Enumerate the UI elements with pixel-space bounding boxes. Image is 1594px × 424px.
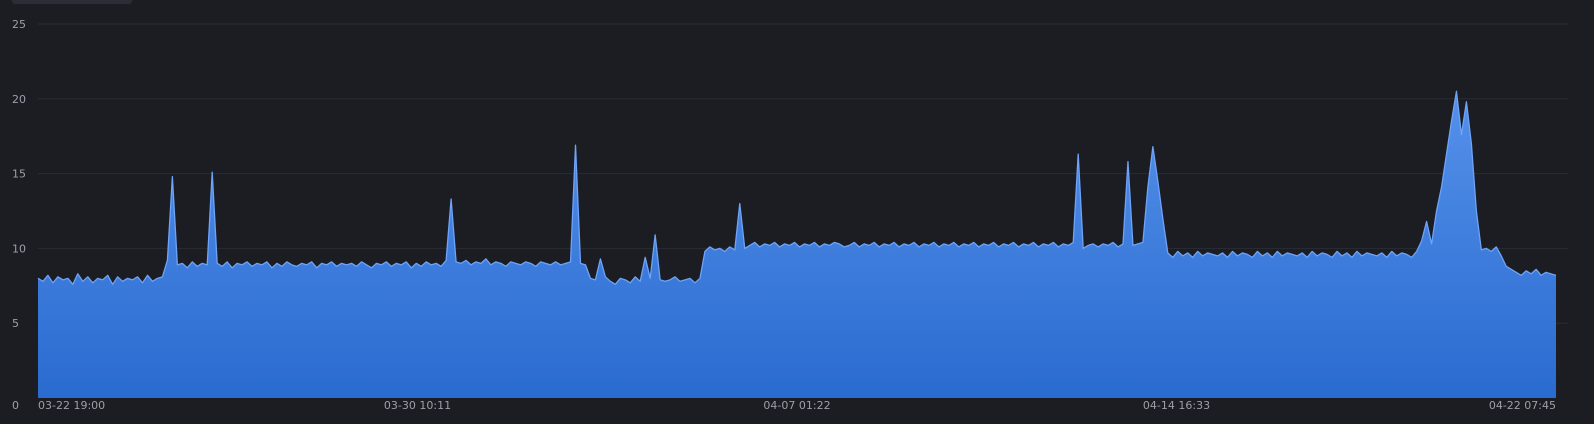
y-tick-label: 20 <box>12 93 26 106</box>
x-tick-label: 04-14 16:33 <box>1143 399 1210 412</box>
y-axis: 0 5 10 15 20 25 <box>12 18 26 412</box>
x-tick-label: 04-22 07:45 <box>1489 399 1556 412</box>
x-tick-label: 03-22 19:00 <box>38 399 105 412</box>
y-tick-label: 5 <box>12 317 19 330</box>
x-tick-label: 04-07 01:22 <box>763 399 830 412</box>
chart: 0 5 10 15 20 25 03-22 19:00 03-30 10:11 04-07 0… <box>0 0 1594 420</box>
area-series <box>37 90 1557 398</box>
y-tick-label: 10 <box>12 242 26 255</box>
x-tick-label: 03-30 10:11 <box>384 399 451 412</box>
x-axis: 03-22 19:00 03-30 10:11 04-07 01:22 04-14 1… <box>38 399 1556 412</box>
y-tick-label: 15 <box>12 168 26 181</box>
panel-header-tab <box>12 0 132 4</box>
y-tick-label: 25 <box>12 18 26 31</box>
area-chart: 0 5 10 15 20 25 03-22 19:00 03-30 10:11 04-07 0… <box>12 18 1568 412</box>
y-tick-label: 0 <box>12 399 19 412</box>
